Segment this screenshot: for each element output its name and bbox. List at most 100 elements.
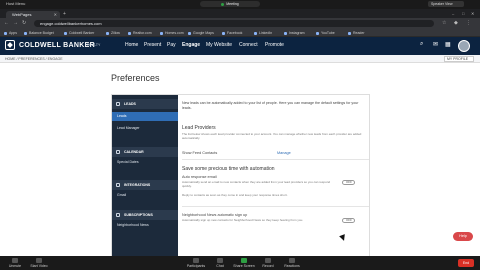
back-icon[interactable]: ← bbox=[4, 20, 9, 26]
nav-home[interactable]: Home bbox=[125, 42, 138, 48]
sidebar-item-gmail[interactable]: Gmail bbox=[112, 191, 178, 200]
end-meeting-button[interactable]: End bbox=[458, 259, 474, 267]
zoom-top-bar: Host Menu Meeting Speaker View bbox=[0, 0, 480, 9]
automation-heading: Save some precious time with automation bbox=[182, 166, 275, 172]
page-title: Preferences bbox=[111, 73, 160, 83]
bookmark-item[interactable]: LinkedIn bbox=[254, 30, 272, 36]
sidebar-item-lead-manager[interactable]: Lead Manager bbox=[112, 124, 178, 133]
forward-icon[interactable]: → bbox=[13, 20, 18, 26]
participants-icon bbox=[193, 258, 199, 263]
notifications-icon[interactable]: ✉ bbox=[433, 41, 438, 48]
meeting-label: Meeting bbox=[226, 2, 239, 6]
minimize-icon[interactable]: – bbox=[452, 11, 454, 16]
auto-response-toggle[interactable]: OFF bbox=[342, 180, 355, 185]
bookmark-icon bbox=[284, 31, 287, 35]
bookmark-icon bbox=[4, 31, 7, 35]
chat-icon bbox=[217, 258, 223, 263]
auto-response-text: Automatically send an email to new conta… bbox=[182, 180, 331, 188]
tab-title: WebPages bbox=[12, 12, 32, 17]
divider bbox=[182, 159, 369, 160]
bookmark-item[interactable]: YouTube bbox=[316, 30, 335, 36]
bookmark-item[interactable]: Coldwell Banker bbox=[64, 30, 94, 36]
star-icon[interactable]: ☆ bbox=[442, 20, 446, 26]
bookmark-item[interactable]: Google Maps bbox=[188, 30, 214, 36]
sidebar-section-integrations[interactable]: INTEGRATIONS bbox=[112, 180, 178, 190]
integrations-icon bbox=[116, 183, 120, 187]
sidebar-item-neighborhood-news[interactable]: Neighborhood News bbox=[112, 221, 178, 230]
menu-icon[interactable]: ⋮ bbox=[466, 20, 471, 26]
reactions-icon bbox=[289, 258, 295, 263]
apps-grid-icon[interactable]: ▦ bbox=[445, 41, 451, 48]
bookmark-icon bbox=[188, 31, 191, 35]
nav-pay[interactable]: Pay bbox=[167, 42, 176, 48]
nav-present[interactable]: Present bbox=[144, 42, 161, 48]
sidebar-section-subscriptions[interactable]: SUBSCRIPTIONS bbox=[112, 210, 178, 220]
show-contacts-link[interactable]: Manage bbox=[277, 151, 291, 155]
share-screen-button[interactable]: Share Screen bbox=[233, 258, 255, 268]
neighborhood-text: Automatically sign up new contacts for N… bbox=[182, 218, 304, 222]
search-icon[interactable]: ⌕ bbox=[420, 41, 423, 48]
screen: Host Menu Meeting Speaker View WebPages … bbox=[0, 0, 480, 270]
bookmark-icon bbox=[160, 31, 163, 35]
neighborhood-toggle[interactable]: OFF bbox=[342, 218, 355, 223]
reload-icon[interactable]: ↻ bbox=[22, 20, 26, 26]
preferences-panel: LEADS Leads Lead Manager CALENDAR Specia… bbox=[111, 94, 370, 264]
brand-name[interactable]: COLDWELL BANKER bbox=[19, 42, 95, 49]
host-menu[interactable]: Host Menu bbox=[6, 1, 25, 6]
auto-response-text-2: Reply to contacts as soon as they come i… bbox=[182, 193, 288, 197]
bookmark-item[interactable]: Reader bbox=[348, 30, 364, 36]
start-video-button[interactable]: Start Video bbox=[28, 258, 50, 268]
new-tab-icon[interactable]: + bbox=[63, 11, 66, 17]
coldwell-banker-logo-icon[interactable] bbox=[5, 40, 15, 50]
reactions-button[interactable]: Reactions bbox=[281, 258, 303, 268]
avatar[interactable] bbox=[458, 40, 470, 52]
sidebar-section-leads[interactable]: LEADS bbox=[112, 99, 178, 109]
bookmark-icon bbox=[254, 31, 257, 35]
preferences-sidebar: LEADS Leads Lead Manager CALENDAR Specia… bbox=[112, 95, 178, 263]
bookmark-icon bbox=[24, 31, 27, 35]
help-button[interactable]: Help bbox=[453, 232, 473, 241]
site-header: COLDWELL BANKER REALTY Home Present Pay … bbox=[0, 37, 480, 55]
bookmark-icon bbox=[128, 31, 131, 35]
microphone-icon bbox=[12, 258, 18, 263]
extensions-icon[interactable]: ◆ bbox=[454, 20, 458, 26]
subscriptions-icon bbox=[116, 213, 120, 217]
participants-button[interactable]: Participants bbox=[185, 258, 207, 268]
browser-tab[interactable]: WebPages ✕ bbox=[6, 11, 60, 18]
sidebar-item-leads[interactable]: Leads bbox=[112, 112, 178, 121]
nav-promote[interactable]: Promote bbox=[265, 42, 284, 48]
bookmark-item[interactable]: Apps bbox=[4, 30, 17, 36]
sidebar-section-calendar[interactable]: CALENDAR bbox=[112, 147, 178, 157]
lead-providers-heading: Lead Providers bbox=[182, 125, 216, 131]
url-input[interactable]: engage.coldwellbankerhomes.com bbox=[34, 20, 434, 27]
show-contacts-label: Show Feed Contacts bbox=[182, 151, 218, 155]
chat-button[interactable]: Chat bbox=[209, 258, 231, 268]
bookmark-item[interactable]: Instagram bbox=[284, 30, 305, 36]
nav-engage[interactable]: Engage bbox=[182, 42, 200, 48]
record-icon bbox=[265, 258, 271, 263]
profile-dropdown[interactable]: MY PROFILE bbox=[444, 56, 474, 62]
breadcrumb[interactable]: HOME / PREFERENCES / ENGAGE bbox=[5, 56, 63, 62]
sidebar-item-special-dates[interactable]: Special Dates bbox=[112, 158, 178, 167]
record-button[interactable]: Record bbox=[257, 258, 279, 268]
share-screen-icon bbox=[241, 258, 247, 263]
bookmark-item[interactable]: Zillow bbox=[106, 30, 120, 36]
close-window-icon[interactable]: ✕ bbox=[471, 11, 474, 16]
unmute-button[interactable]: Unmute bbox=[4, 258, 26, 268]
bookmark-item[interactable]: Balance Budget bbox=[24, 30, 54, 36]
nav-my-website[interactable]: My Website bbox=[206, 42, 232, 48]
maximize-icon[interactable]: □ bbox=[462, 11, 464, 16]
bookmark-icon bbox=[222, 31, 225, 35]
bookmark-icon bbox=[348, 31, 351, 35]
nav-connect[interactable]: Connect bbox=[239, 42, 258, 48]
close-icon[interactable]: ✕ bbox=[54, 11, 57, 18]
bookmark-item[interactable]: Facebook bbox=[222, 30, 242, 36]
leads-icon bbox=[116, 102, 120, 106]
auto-response-label: Auto response email bbox=[182, 175, 217, 179]
meeting-indicator[interactable]: Meeting bbox=[200, 1, 260, 7]
bookmarks-bar: Apps Balance Budget Coldwell Banker Zill… bbox=[0, 29, 480, 37]
speaker-view-button[interactable]: Speaker View bbox=[428, 1, 464, 7]
bookmark-item[interactable]: Homes.com bbox=[160, 30, 184, 36]
bookmark-item[interactable]: Realtor.com bbox=[128, 30, 152, 36]
divider bbox=[182, 206, 369, 207]
